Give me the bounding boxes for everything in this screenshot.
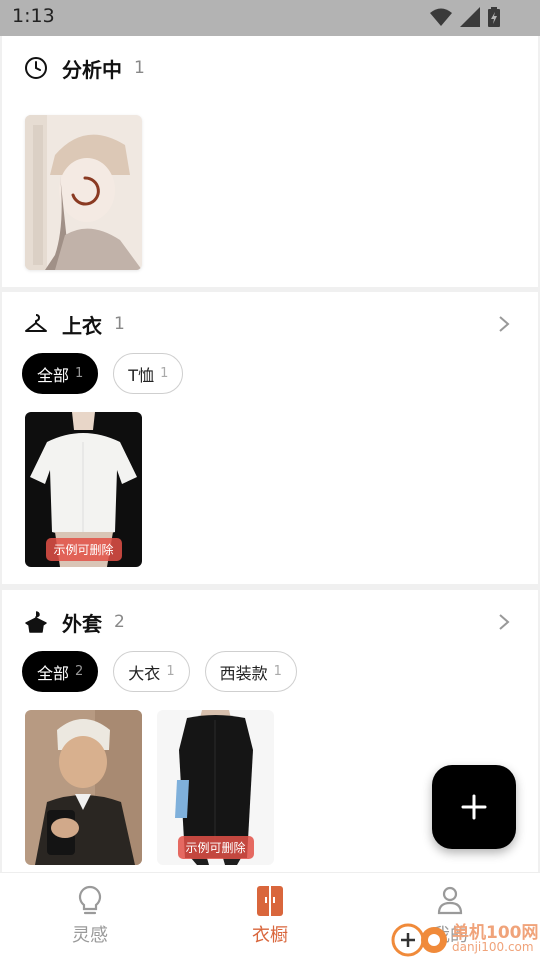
chip-count: 1 — [273, 664, 282, 679]
add-clothing-button[interactable] — [432, 765, 516, 849]
section-count: 2 — [114, 612, 125, 632]
signal-icon — [460, 7, 480, 27]
chevron-right-icon[interactable] — [496, 314, 512, 334]
section-header: 分析中 1 — [24, 54, 145, 82]
watermark-logo-icon — [391, 923, 447, 957]
chip-count: 2 — [75, 664, 84, 679]
analyzing-item-thumbnail[interactable] — [25, 115, 142, 270]
section-title: 上衣 — [62, 313, 102, 338]
section-tops: 上衣 1 全部 1 T恤 1 示例可删除 — [2, 292, 538, 584]
tab-inspiration[interactable]: 灵感 — [30, 885, 150, 947]
section-header: 上衣 1 — [24, 310, 125, 338]
tab-label: 灵感 — [72, 925, 108, 946]
outerwear-item-thumbnail[interactable]: 示例可删除 — [157, 710, 274, 865]
chip-all[interactable]: 全部 2 — [22, 651, 99, 692]
section-analyzing: 分析中 1 — [2, 36, 538, 287]
sample-deletable-tag: 示例可删除 — [177, 836, 254, 859]
watermark-url: danji100.com — [452, 940, 534, 954]
section-title: 分析中 — [62, 57, 122, 82]
person-icon — [437, 886, 463, 915]
chip-label: 大衣 — [128, 663, 161, 683]
chip-all[interactable]: 全部 1 — [22, 353, 99, 394]
status-time: 1:13 — [12, 5, 55, 27]
outerwear-filter-chips: 全部 2 大衣 1 西装款 1 — [22, 651, 297, 692]
status-bar: 1:13 — [0, 0, 540, 36]
tab-wardrobe[interactable]: 衣橱 — [210, 885, 330, 947]
chip-label: T恤 — [128, 365, 155, 385]
battery-icon — [488, 7, 500, 27]
status-icons — [430, 7, 500, 27]
clock-icon — [24, 56, 48, 80]
wardrobe-icon — [257, 886, 283, 916]
tops-filter-chips: 全部 1 T恤 1 — [22, 353, 184, 394]
plus-icon — [461, 794, 487, 820]
chevron-right-icon[interactable] — [496, 612, 512, 632]
section-title: 外套 — [62, 611, 102, 636]
chip-overcoat[interactable]: 大衣 1 — [113, 651, 190, 692]
lightbulb-icon — [78, 885, 102, 915]
chip-tshirt[interactable]: T恤 1 — [113, 353, 184, 394]
section-count: 1 — [114, 314, 125, 334]
chip-blazer[interactable]: 西装款 1 — [204, 651, 297, 692]
chip-count: 1 — [75, 366, 84, 381]
section-header: 外套 2 — [24, 608, 125, 636]
hanger-icon — [24, 312, 48, 336]
chip-label: 西装款 — [219, 663, 268, 683]
watermark: 单机100网 danji100.com — [390, 916, 540, 960]
chip-label: 全部 — [37, 365, 70, 385]
outerwear-item-thumbnail[interactable] — [25, 710, 142, 865]
section-count: 1 — [134, 58, 145, 78]
chip-count: 1 — [166, 664, 175, 679]
tops-item-thumbnail[interactable]: 示例可删除 — [25, 412, 142, 567]
chip-label: 全部 — [37, 663, 70, 683]
wifi-icon — [430, 8, 452, 26]
sample-deletable-tag: 示例可删除 — [45, 538, 122, 561]
coat-icon — [24, 610, 48, 634]
chip-count: 1 — [160, 366, 169, 381]
loading-spinner-icon — [71, 176, 100, 206]
tab-label: 衣橱 — [252, 925, 288, 946]
